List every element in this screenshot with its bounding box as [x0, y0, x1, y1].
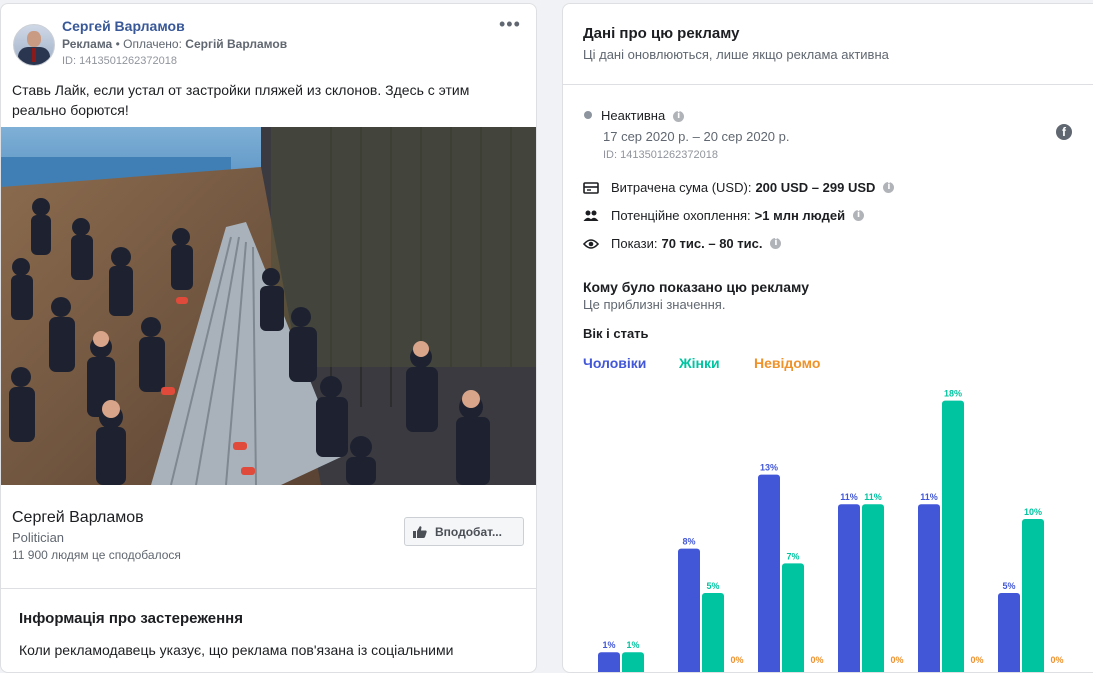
- paid-label: Оплачено:: [123, 37, 182, 51]
- status-dot: [584, 111, 592, 119]
- bar-label-men-1: 8%: [682, 537, 695, 547]
- bar-label-unknown-5: 0%: [1050, 655, 1063, 665]
- legend-men[interactable]: Чоловіки: [583, 355, 646, 371]
- bar-label-women-2: 7%: [786, 551, 799, 561]
- bar-women-5[interactable]: [1022, 519, 1044, 673]
- bar-label-men-4: 11%: [920, 492, 938, 502]
- details-title: Дані про цю рекламу: [583, 25, 740, 42]
- info-icon[interactable]: i: [853, 210, 865, 221]
- age-gender-title: Вік і стать: [583, 326, 649, 341]
- sponsored-label: Реклама: [62, 37, 113, 51]
- bar-label-women-3: 11%: [864, 492, 882, 502]
- reach-value: >1 млн людей: [754, 208, 846, 223]
- bar-men-4[interactable]: [918, 504, 940, 673]
- bar-label-unknown-2: 0%: [810, 655, 823, 665]
- eye-icon: [583, 238, 599, 249]
- legend-women[interactable]: Жінки: [679, 355, 720, 371]
- age-gender-bar-chart: 1% 8% 13% 11% 11% 5% 1% 5% 7% 11% 18% 10% 0% 0% 0% 0% 0%: [598, 389, 1064, 673]
- legend-unknown[interactable]: Невідомо: [754, 355, 820, 371]
- money-icon: [583, 181, 599, 194]
- bar-label-women-0: 1%: [626, 640, 639, 650]
- ad-id: ID: 1413501262372018: [62, 55, 177, 67]
- bar-women-1[interactable]: [702, 593, 724, 673]
- bar-men-2[interactable]: [758, 474, 780, 673]
- bar-women-0[interactable]: [622, 652, 644, 673]
- bar-women-4[interactable]: [942, 400, 964, 673]
- details-divider: [563, 84, 1093, 85]
- post-photo[interactable]: [1, 127, 536, 485]
- reach-metric: Потенційне охоплення: >1 млн людей i: [583, 208, 865, 223]
- bar-label-women-4: 18%: [944, 389, 962, 399]
- status-label: Неактивна: [601, 108, 666, 123]
- impressions-metric: Покази: 70 тис. – 80 тис. i: [583, 236, 782, 251]
- audience-title: Кому було показано цю рекламу: [583, 279, 810, 295]
- page-avatar[interactable]: [13, 24, 55, 66]
- bar-label-men-5: 5%: [1002, 581, 1015, 591]
- info-icon[interactable]: i: [673, 111, 685, 123]
- sponsored-line: Реклама • Оплачено: Сергій Варламов: [62, 37, 288, 51]
- footer-page-name[interactable]: Сергей Варламов: [12, 509, 144, 527]
- beach-protest-photo: [1, 127, 536, 485]
- ad-details-panel: Дані про цю рекламу Ці дані оновлюються,…: [562, 3, 1093, 673]
- bar-men-1[interactable]: [678, 548, 700, 673]
- bar-label-unknown-1: 0%: [730, 655, 743, 665]
- people-icon: [583, 210, 599, 221]
- run-dates: 17 сер 2020 р. – 20 сер 2020 р.: [603, 129, 790, 144]
- like-button-label: Вподобат...: [435, 524, 502, 539]
- like-page-button[interactable]: Вподобат...: [404, 517, 524, 546]
- status: Неактивна i: [601, 108, 685, 123]
- bar-men-5[interactable]: [998, 593, 1020, 673]
- bar-label-men-3: 11%: [840, 492, 858, 502]
- bar-men-3[interactable]: [838, 504, 860, 673]
- disclaimer-text: Коли рекламодавець указує, що реклама по…: [19, 642, 454, 658]
- spend-value: 200 USD – 299 USD: [755, 180, 876, 195]
- details-subtitle: Ці дані оновлюються, лише якщо реклама а…: [583, 47, 889, 62]
- bar-women-2[interactable]: [782, 563, 804, 673]
- impressions-label: Покази:: [611, 236, 658, 251]
- disclaimer-title: Інформація про застереження: [19, 610, 243, 627]
- bar-label-unknown-4: 0%: [970, 655, 983, 665]
- page-name-link[interactable]: Сергей Варламов: [62, 18, 185, 34]
- bar-label-men-0: 1%: [602, 640, 615, 650]
- footer-likes-count: 11 900 людям це сподобалося: [12, 548, 181, 562]
- spend-label: Витрачена сума (USD):: [611, 180, 752, 195]
- bar-label-women-1: 5%: [706, 581, 719, 591]
- info-icon[interactable]: i: [883, 182, 895, 193]
- bar-label-men-2: 13%: [760, 463, 778, 473]
- details-ad-id: ID: 1413501262372018: [603, 149, 718, 161]
- reach-label: Потенційне охоплення:: [611, 208, 751, 223]
- info-icon[interactable]: i: [770, 238, 782, 249]
- bar-label-unknown-3: 0%: [890, 655, 903, 665]
- facebook-icon: f: [1056, 124, 1072, 140]
- more-options-icon[interactable]: •••: [499, 14, 521, 35]
- spend-metric: Витрачена сума (USD): 200 USD – 299 USD …: [583, 180, 895, 195]
- paid-by: Сергій Варламов: [185, 37, 288, 51]
- ad-preview-card: Сергей Варламов Реклама • Оплачено: Серг…: [0, 3, 537, 673]
- bar-men-0[interactable]: [598, 652, 620, 673]
- post-text: Ставь Лайк, если устал от застройки пляж…: [12, 82, 470, 118]
- bar-women-3[interactable]: [862, 504, 884, 673]
- section-divider: [1, 588, 536, 589]
- audience-subtitle: Це приблизні значення.: [583, 297, 726, 312]
- thumbs-up-icon: [413, 525, 427, 538]
- footer-page-category: Politician: [12, 530, 65, 545]
- impressions-value: 70 тис. – 80 тис.: [661, 236, 763, 251]
- bar-label-women-5: 10%: [1024, 507, 1042, 517]
